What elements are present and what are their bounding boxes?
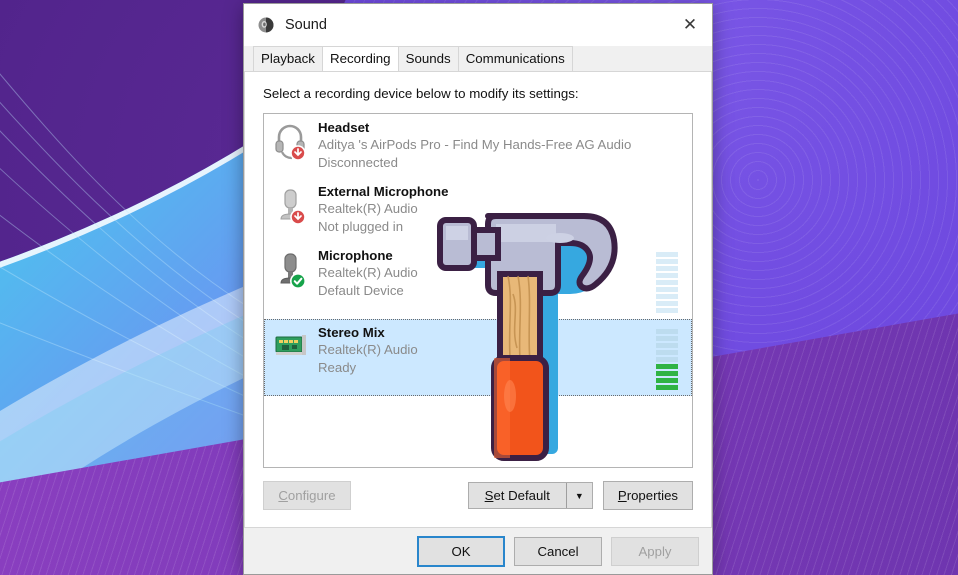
microphone-icon <box>280 253 306 289</box>
device-action-buttons: Configure Set Default ▼ Properties <box>263 468 693 524</box>
tab-sounds[interactable]: Sounds <box>397 46 459 71</box>
device-row-external-microphone[interactable]: External Microphone Realtek(R) Audio Not… <box>264 178 692 242</box>
sound-dialog-window: Sound ✕ Playback Recording Sounds Commun… <box>243 3 713 575</box>
pane-instruction: Select a recording device below to modif… <box>263 86 579 101</box>
volume-meter <box>656 252 678 313</box>
microphone-icon <box>280 189 306 225</box>
speaker-icon <box>258 17 274 33</box>
close-button[interactable]: ✕ <box>668 4 712 46</box>
device-row-headset[interactable]: Headset Aditya 's AirPods Pro - Find My … <box>264 114 692 178</box>
ok-button[interactable]: OK <box>417 535 505 567</box>
device-name: External Microphone <box>318 184 449 199</box>
device-status: Ready <box>318 360 357 375</box>
tab-playback[interactable]: Playback <box>253 46 323 71</box>
device-info: Headset Aditya 's AirPods Pro - Find My … <box>318 120 684 172</box>
device-name: Headset <box>318 120 370 135</box>
title-bar: Sound ✕ <box>244 4 712 46</box>
apply-button[interactable]: Apply <box>611 536 699 566</box>
set-default-button[interactable]: Set Default <box>469 483 566 508</box>
cancel-button[interactable]: Cancel <box>514 536 602 566</box>
device-info: Stereo Mix Realtek(R) Audio Ready <box>318 325 656 377</box>
properties-label-rest: roperties <box>626 488 678 503</box>
window-title: Sound <box>285 17 327 33</box>
device-status: Default Device <box>318 283 404 298</box>
device-description: Realtek(R) Audio <box>318 342 418 357</box>
device-name: Microphone <box>318 248 393 263</box>
device-description: Realtek(R) Audio <box>318 201 418 216</box>
device-row-microphone[interactable]: Microphone Realtek(R) Audio Default Devi… <box>264 242 692 319</box>
tab-communications[interactable]: Communications <box>457 46 573 71</box>
configure-button-label-rest: onfigure <box>287 488 336 503</box>
device-status: Disconnected <box>318 155 398 170</box>
configure-button[interactable]: Configure <box>263 481 351 510</box>
device-info: External Microphone Realtek(R) Audio Not… <box>318 184 684 236</box>
device-description: Realtek(R) Audio <box>318 265 418 280</box>
volume-meter <box>656 329 678 390</box>
device-info: Microphone Realtek(R) Audio Default Devi… <box>318 248 656 300</box>
device-status: Not plugged in <box>318 219 404 234</box>
device-description: Aditya 's AirPods Pro - Find My Hands-Fr… <box>318 137 632 152</box>
set-default-label-rest: et Default <box>493 488 550 503</box>
tab-strip: Playback Recording Sounds Communications <box>244 46 712 72</box>
dialog-footer: OK Cancel Apply <box>244 528 712 574</box>
tab-recording[interactable]: Recording <box>321 46 399 71</box>
recording-pane: Select a recording device below to modif… <box>244 72 712 528</box>
device-row-stereo-mix[interactable]: Stereo Mix Realtek(R) Audio Ready <box>264 319 692 396</box>
device-list[interactable]: Headset Aditya 's AirPods Pro - Find My … <box>263 113 693 468</box>
device-name: Stereo Mix <box>318 325 385 340</box>
sound-card-icon <box>275 335 306 355</box>
properties-button[interactable]: Properties <box>602 481 693 510</box>
chevron-down-icon[interactable]: ▼ <box>565 483 592 508</box>
set-default-split-button[interactable]: Set Default ▼ <box>467 482 593 509</box>
headset-icon <box>275 124 306 161</box>
